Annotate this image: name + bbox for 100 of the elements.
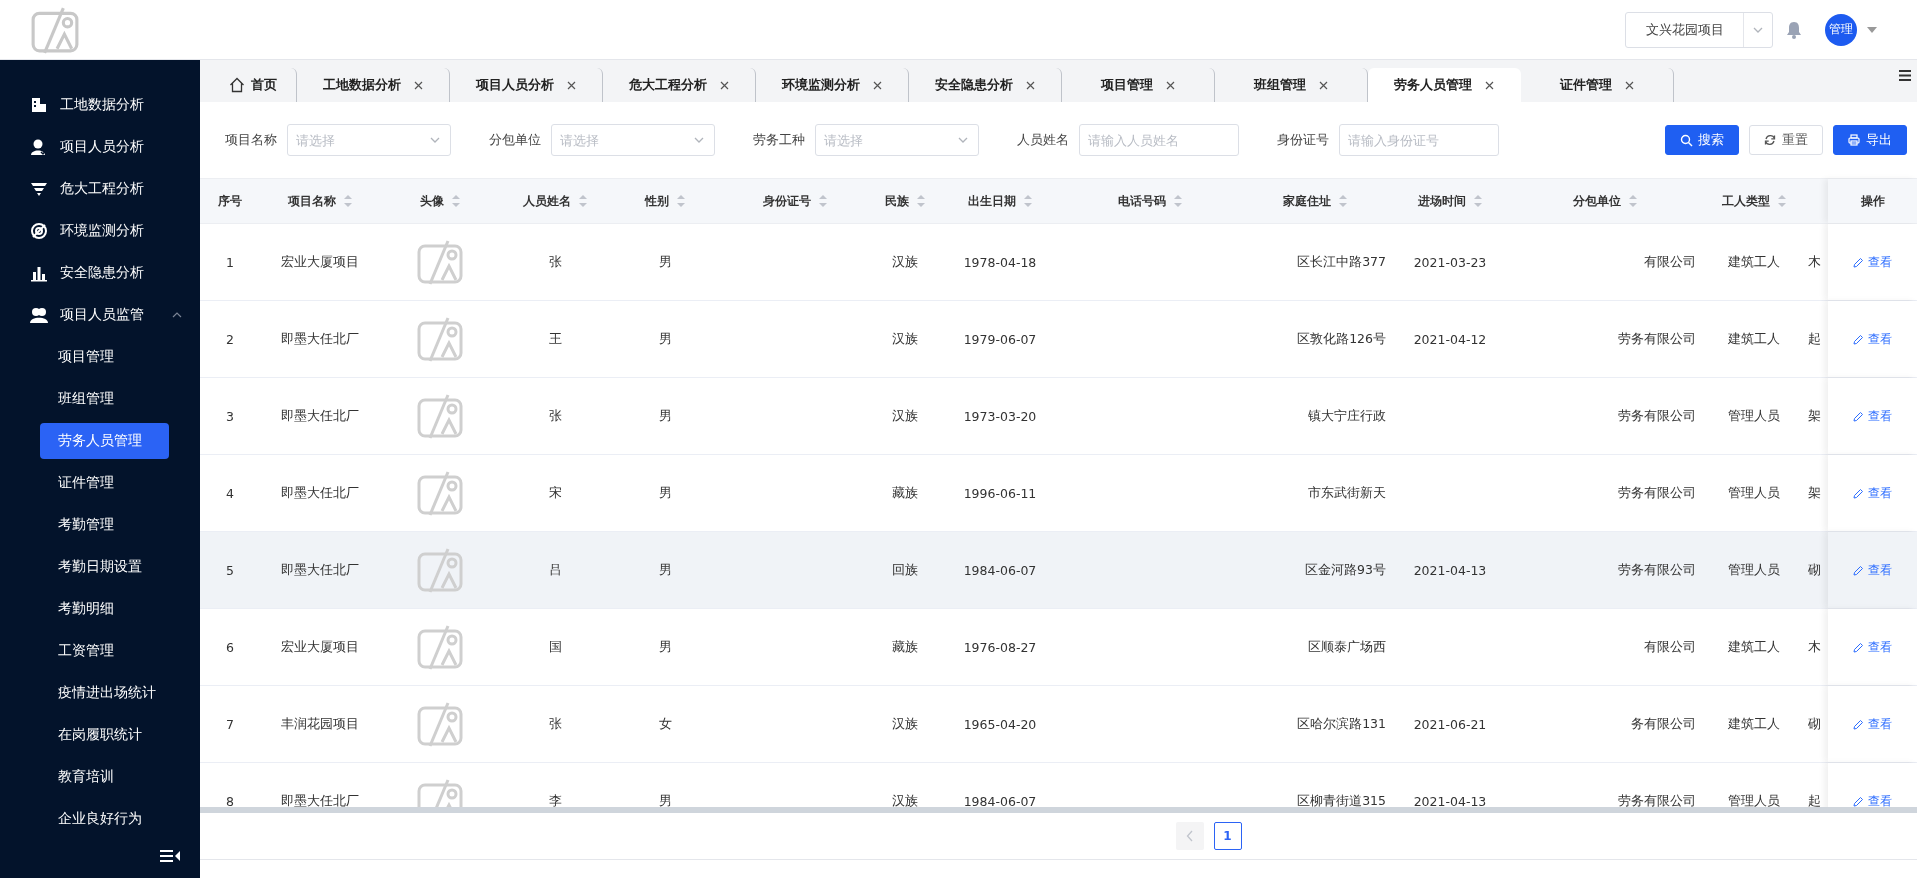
view-link[interactable]: 查看	[1853, 638, 1892, 656]
column-header[interactable]: 家庭住址	[1283, 192, 1347, 210]
user-avatar[interactable]: 管理	[1825, 13, 1857, 46]
table-cell: 男	[658, 792, 672, 807]
target-icon	[30, 222, 48, 240]
view-link[interactable]: 查看	[1853, 792, 1892, 807]
close-icon[interactable]	[412, 79, 424, 91]
funnel-icon	[30, 180, 48, 198]
column-header[interactable]: 电话号码	[1118, 192, 1182, 210]
avatar-placeholder-icon	[416, 546, 464, 594]
table-row[interactable]: 1 宏业大厦项目 张 男 汉族 1978-04-18 区长江中路377 2021-03-23 有限公司 建筑工人 木 查看	[200, 224, 1917, 301]
column-header[interactable]: 进场时间	[1418, 192, 1482, 210]
chevron-up-icon	[172, 310, 182, 320]
building-icon	[30, 96, 48, 114]
column-header: 序号	[218, 192, 242, 210]
row-number: 2	[226, 331, 234, 347]
sidebar-subitem[interactable]: 教育培训	[40, 759, 169, 795]
select-field[interactable]: 请选择	[287, 124, 451, 156]
tab[interactable]: 劳务人员管理	[1368, 68, 1521, 102]
table-cell: 建筑工人	[1728, 330, 1780, 348]
input-field[interactable]: 请输入身份证号	[1339, 124, 1499, 156]
sidebar-item[interactable]: 项目人员分析	[0, 126, 200, 168]
tab[interactable]: 工地数据分析	[297, 68, 450, 102]
filter-label: 劳务工种	[753, 131, 805, 149]
table-cell: 吕	[548, 561, 562, 579]
sidebar-subitem[interactable]: 考勤明细	[40, 591, 169, 627]
close-icon[interactable]	[1483, 79, 1495, 91]
pencil-icon	[1853, 256, 1864, 268]
sidebar-item[interactable]: 危大工程分析	[0, 168, 200, 210]
sidebar-subitem[interactable]: 项目管理	[40, 339, 169, 375]
table-cell: 女	[658, 715, 672, 733]
user-check-icon	[30, 138, 48, 156]
sidebar-subitem[interactable]: 劳务人员管理	[40, 423, 169, 459]
view-link[interactable]: 查看	[1853, 561, 1892, 579]
close-icon[interactable]	[1024, 79, 1036, 91]
sidebar-item[interactable]: 安全隐患分析	[0, 252, 200, 294]
sidebar-subitem[interactable]: 考勤管理	[40, 507, 169, 543]
caret-down-icon[interactable]	[1867, 26, 1877, 33]
sidebar-item[interactable]: 工地数据分析	[0, 84, 200, 126]
sidebar-item[interactable]: 环境监测分析	[0, 210, 200, 252]
table-row[interactable]: 3 即墨大任北厂 张 男 汉族 1973-03-20 镇大宁庄行政 劳务有限公司 管理人员 架 查看	[200, 378, 1917, 455]
tab[interactable]: 项目人员分析	[450, 68, 603, 102]
avatar-placeholder-icon	[416, 315, 464, 363]
column-header[interactable]: 民族	[885, 192, 925, 210]
table-row[interactable]: 6 宏业大厦项目 国 男 藏族 1976-08-27 区顺泰广场西 有限公司 建筑工人 木 查看	[200, 609, 1917, 686]
export-button[interactable]: 导出	[1833, 125, 1907, 155]
pencil-icon	[1853, 333, 1864, 345]
sidebar-subitem[interactable]: 考勤日期设置	[40, 549, 169, 585]
close-icon[interactable]	[1623, 79, 1635, 91]
avatar-placeholder-icon	[416, 392, 464, 440]
collapse-menu-icon[interactable]	[160, 848, 180, 864]
close-icon[interactable]	[1317, 79, 1329, 91]
reset-button[interactable]: 重置	[1749, 125, 1823, 155]
table-cell: 2021-04-13	[1413, 793, 1487, 807]
input-field[interactable]: 请输入人员姓名	[1079, 124, 1239, 156]
tab[interactable]: 项目管理	[1062, 68, 1215, 102]
column-header[interactable]: 出生日期	[968, 192, 1032, 210]
sidebar-subitem[interactable]: 企业良好行为	[40, 801, 169, 837]
table-row[interactable]: 5 即墨大任北厂 吕 男 回族 1984-06-07 区金河路93号 2021-04-13 劳务有限公司 管理人员 砌 查看	[200, 532, 1917, 609]
column-header[interactable]: 身份证号	[763, 192, 827, 210]
search-button[interactable]: 搜索	[1665, 125, 1739, 155]
column-header[interactable]: 项目名称	[288, 192, 352, 210]
view-link[interactable]: 查看	[1853, 330, 1892, 348]
filter-label: 人员姓名	[1017, 131, 1069, 149]
column-header[interactable]: 头像	[420, 192, 460, 210]
sidebar-subitem[interactable]: 在岗履职统计	[40, 717, 169, 753]
close-icon[interactable]	[1164, 79, 1176, 91]
sidebar-subitem[interactable]: 班组管理	[40, 381, 169, 417]
table-cell: 男	[658, 561, 672, 579]
sidebar-subitem[interactable]: 证件管理	[40, 465, 169, 501]
project-select[interactable]: 文兴花园项目	[1625, 11, 1773, 48]
column-header[interactable]: 人员姓名	[523, 192, 587, 210]
tab[interactable]: 安全隐患分析	[909, 68, 1062, 102]
column-header[interactable]: 性别	[645, 192, 685, 210]
table-cell: 1979-06-07	[963, 331, 1037, 347]
menu-icon[interactable]	[1899, 70, 1911, 81]
tab[interactable]: 证件管理	[1521, 68, 1674, 102]
tab[interactable]: 危大工程分析	[603, 68, 756, 102]
table-cell: 张	[548, 715, 562, 733]
select-field[interactable]: 请选择	[815, 124, 979, 156]
sidebar-subitem[interactable]: 工资管理	[40, 633, 169, 669]
sidebar-item[interactable]: 项目人员监管	[0, 294, 200, 336]
close-icon[interactable]	[565, 79, 577, 91]
tab[interactable]: 首页	[210, 68, 297, 102]
row-number: 5	[226, 562, 234, 578]
column-header[interactable]: 分包单位	[1573, 192, 1637, 210]
column-header[interactable]: 工人类型	[1722, 192, 1786, 210]
table-row[interactable]: 7 丰润花园项目 张 女 汉族 1965-04-20 区哈尔滨路131 2021-06-21 务有限公司 建筑工人 砌 查看	[200, 686, 1917, 763]
sort-icon	[1339, 195, 1347, 207]
table-row[interactable]: 2 即墨大任北厂 王 男 汉族 1979-06-07 区敦化路126号 2021-04-12 劳务有限公司 建筑工人 起 查看	[200, 301, 1917, 378]
select-field[interactable]: 请选择	[551, 124, 715, 156]
view-link[interactable]: 查看	[1853, 484, 1892, 502]
close-icon[interactable]	[718, 79, 730, 91]
view-link[interactable]: 查看	[1853, 253, 1892, 271]
view-link[interactable]: 查看	[1853, 407, 1892, 425]
page-button[interactable]: 1	[1213, 822, 1242, 850]
sidebar-subitem[interactable]: 疫情进出场统计	[40, 675, 169, 711]
view-link[interactable]: 查看	[1853, 715, 1892, 733]
tab[interactable]: 环境监测分析	[756, 68, 909, 102]
close-icon[interactable]	[871, 79, 883, 91]
